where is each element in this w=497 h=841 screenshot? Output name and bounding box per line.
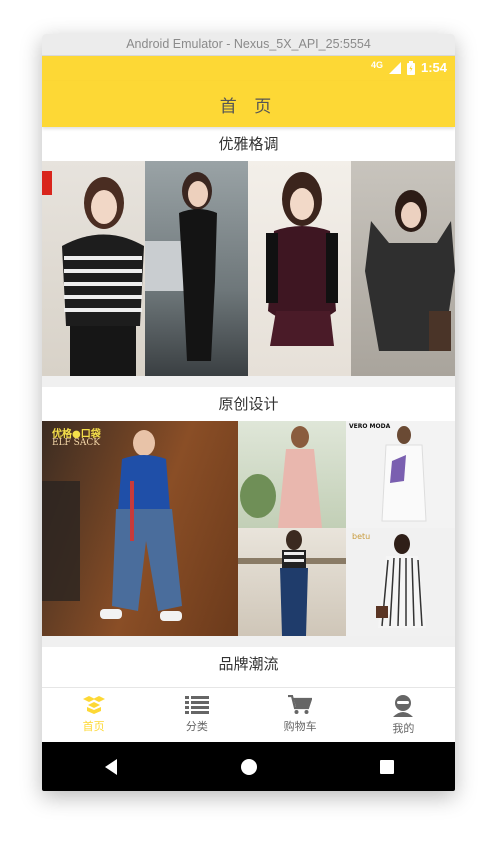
back-icon[interactable]: [103, 758, 119, 776]
list-icon: [184, 696, 209, 714]
nav-item-cart[interactable]: 购物车: [249, 688, 352, 743]
nav-label-home: 首页: [82, 720, 105, 733]
battery-icon: [406, 60, 415, 75]
emulator-window: Android Emulator - Nexus_5X_API_25:5554 …: [42, 34, 455, 791]
signal-icon: [388, 61, 401, 74]
product-thumbnail-grid: VERO MODA betu: [238, 421, 455, 636]
section-divider: [42, 636, 455, 647]
section-title-brand: 品牌潮流: [218, 655, 279, 673]
system-nav-bar: [42, 742, 455, 791]
product-thumbnail-4[interactable]: betu: [346, 528, 455, 636]
cart-icon: [288, 695, 313, 714]
nav-label-cart: 购物车: [283, 720, 317, 733]
nav-label-profile: 我的: [392, 722, 415, 735]
original-design-grid[interactable]: 优格●口袋 ELF SACK VERO MODA betu: [42, 421, 455, 636]
home-feed[interactable]: 优雅格调 原创设计 优格●口袋 ELF SACK VERO MODA betu …: [42, 127, 455, 687]
nav-item-category[interactable]: 分类: [145, 688, 248, 743]
window-title: Android Emulator - Nexus_5X_API_25:5554: [42, 34, 455, 56]
product-thumbnail-3[interactable]: [238, 528, 346, 636]
section-title-original: 原创设计: [218, 395, 279, 413]
status-bar: 4G 1:54: [42, 56, 455, 81]
nav-item-home[interactable]: 首页: [42, 688, 145, 743]
home-icon: [82, 696, 105, 714]
nav-item-profile[interactable]: 我的: [352, 688, 455, 743]
bottom-nav: 首页 分类 购物车 我的: [42, 687, 455, 743]
nav-label-category: 分类: [185, 720, 208, 733]
profile-icon: [393, 695, 414, 717]
featured-product-image[interactable]: 优格●口袋 ELF SACK: [42, 421, 238, 636]
product-thumbnail-2[interactable]: VERO MODA: [346, 421, 455, 528]
product-image-2[interactable]: [145, 161, 248, 376]
product-thumbnail-1[interactable]: [238, 421, 346, 528]
recents-icon[interactable]: [379, 759, 395, 775]
section-divider: [42, 376, 455, 387]
elegant-image-strip[interactable]: [42, 161, 455, 376]
product-image-1[interactable]: [42, 161, 145, 376]
section-title-elegant: 优雅格调: [218, 135, 279, 153]
app-bar: 首 页: [42, 81, 455, 127]
product-image-4[interactable]: [351, 161, 455, 376]
network-icon: 4G: [370, 59, 383, 70]
product-image-3[interactable]: [248, 161, 351, 376]
page-title: 首 页: [219, 96, 278, 117]
home-button-icon[interactable]: [240, 758, 258, 776]
status-time: 1:54: [420, 60, 447, 75]
